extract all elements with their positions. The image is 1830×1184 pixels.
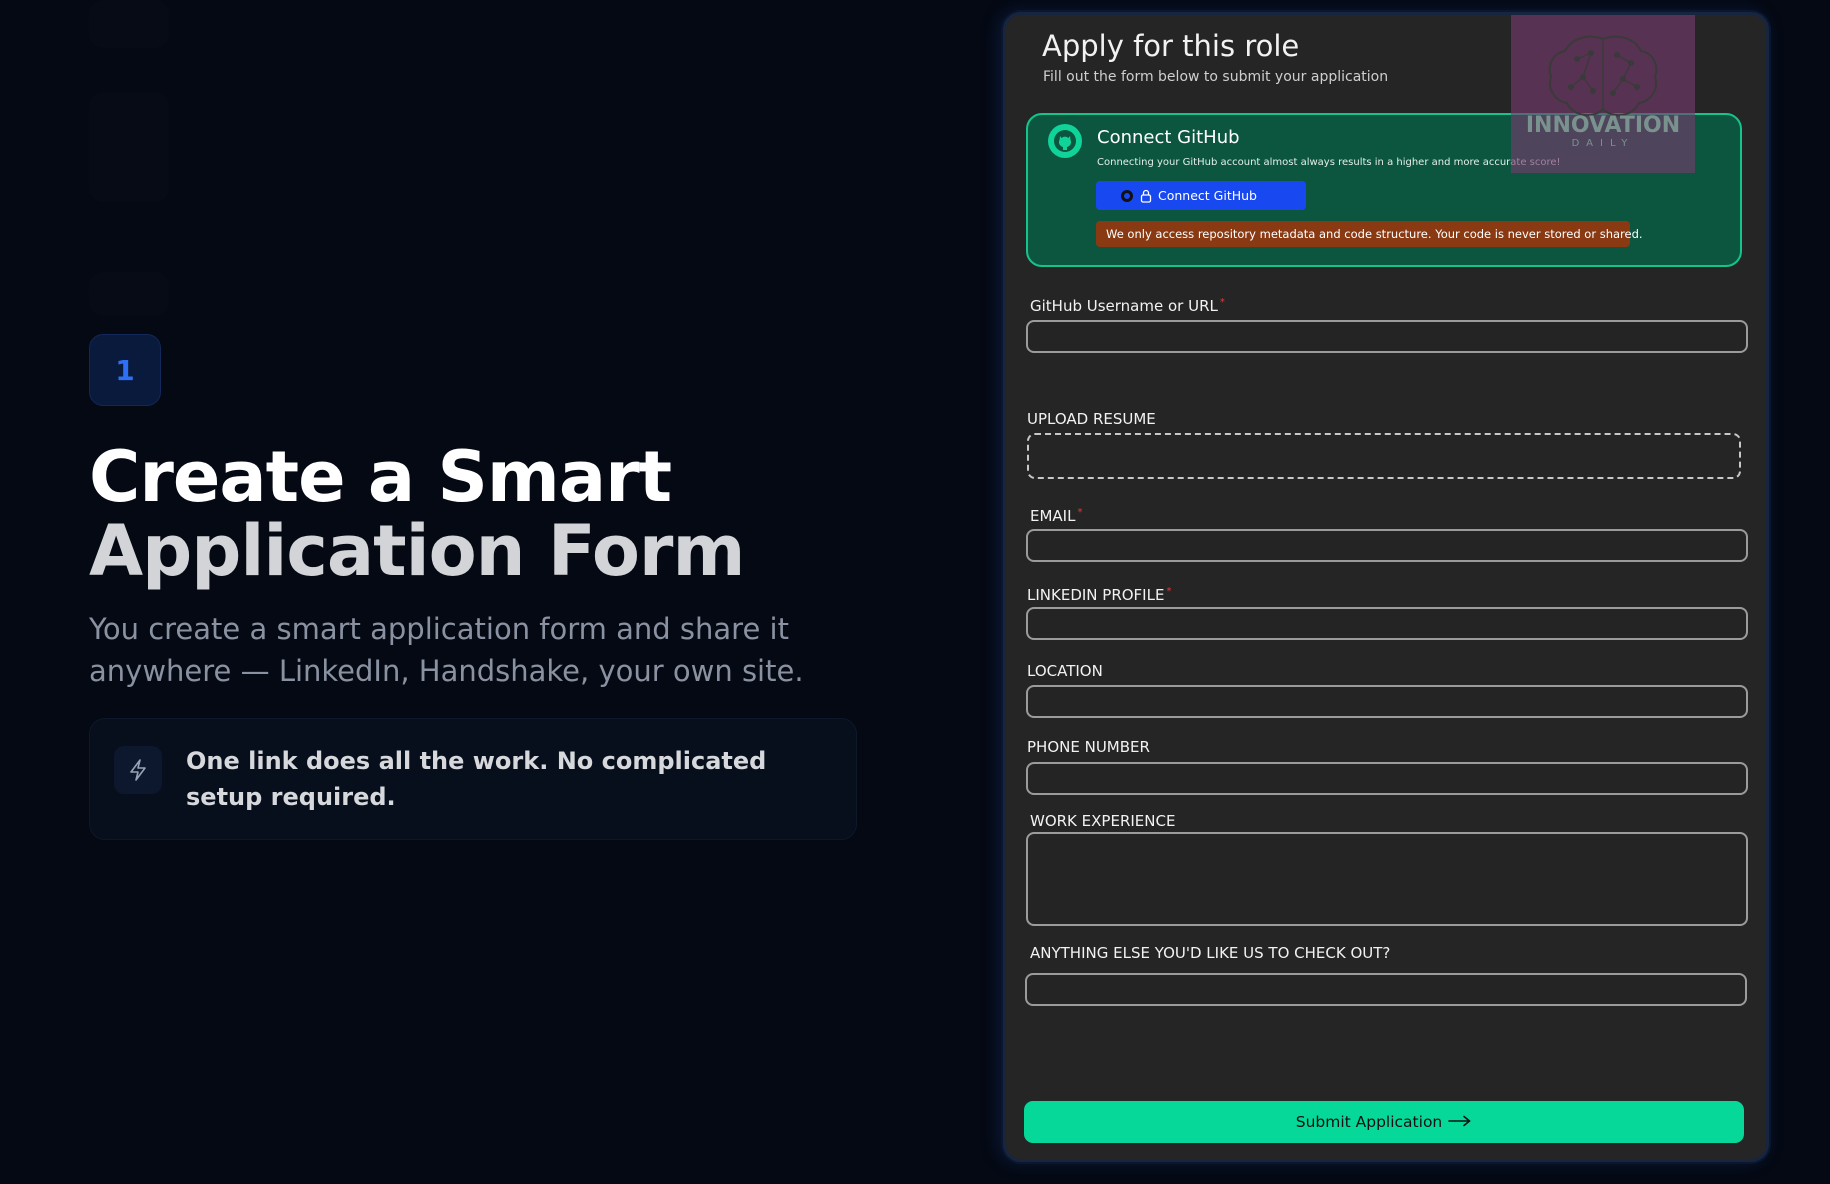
lightning-icon — [114, 746, 162, 794]
background-card — [89, 272, 169, 316]
lock-icon — [1140, 189, 1152, 203]
linkedin-label-text: LINKEDIN PROFILE — [1027, 586, 1165, 604]
brain-icon — [1548, 35, 1658, 117]
callout-card: One link does all the work. No complicat… — [89, 718, 857, 840]
anything-else-input[interactable] — [1025, 973, 1747, 1006]
step-number-badge: 1 — [89, 334, 161, 406]
required-marker: * — [1166, 586, 1172, 597]
background-card — [89, 92, 169, 202]
location-label: LOCATION — [1027, 662, 1103, 680]
hero-title: Create a Smart Application Form — [89, 440, 869, 588]
email-label: EMAIL * — [1030, 507, 1082, 525]
github-username-label: GitHub Username or URL * — [1030, 297, 1225, 315]
anything-else-label: ANYTHING ELSE YOU'D LIKE US TO CHECK OUT… — [1030, 944, 1391, 962]
arrow-right-icon — [1448, 1113, 1472, 1131]
privacy-note: We only access repository metadata and c… — [1096, 221, 1643, 247]
hero-title-line-2: Application Form — [89, 510, 745, 592]
linkedin-input[interactable] — [1026, 607, 1748, 640]
hero-description: You create a smart application form and … — [89, 612, 804, 688]
github-icon — [1120, 189, 1134, 203]
required-marker: * — [1077, 507, 1083, 518]
connect-github-button[interactable]: Connect GitHub — [1096, 181, 1306, 210]
background-card — [89, 0, 169, 48]
connect-github-description: Connecting your GitHub account almost al… — [1097, 157, 1561, 168]
submit-application-button[interactable]: Submit Application — [1024, 1101, 1744, 1143]
work-experience-textarea[interactable] — [1026, 832, 1748, 926]
github-username-input[interactable] — [1026, 320, 1748, 353]
application-form-panel: Apply for this role Fill out the form be… — [1003, 12, 1769, 1162]
work-experience-label: WORK EXPERIENCE — [1030, 812, 1176, 830]
watermark-word: INNOVATION — [1525, 113, 1681, 138]
upload-resume-label: UPLOAD RESUME — [1027, 410, 1156, 428]
location-input[interactable] — [1026, 685, 1748, 718]
connect-github-title: Connect GitHub — [1097, 127, 1240, 148]
github-icon — [1048, 124, 1082, 158]
submit-application-label: Submit Application — [1295, 1113, 1443, 1131]
email-input[interactable] — [1026, 529, 1748, 562]
github-username-label-text: GitHub Username or URL — [1030, 297, 1218, 315]
hero-title-line-1: Create a Smart — [89, 436, 672, 518]
connect-github-button-label: Connect GitHub — [1158, 188, 1257, 203]
phone-label: PHONE NUMBER — [1027, 738, 1150, 756]
callout-text: One link does all the work. No complicat… — [186, 747, 767, 811]
form-subtitle: Fill out the form below to submit your a… — [1043, 69, 1389, 85]
phone-input[interactable] — [1026, 762, 1748, 795]
linkedin-label: LINKEDIN PROFILE * — [1027, 586, 1171, 604]
required-marker: * — [1219, 297, 1225, 308]
email-label-text: EMAIL — [1030, 507, 1076, 525]
innovation-daily-watermark: INNOVATION DAILY — [1511, 15, 1695, 173]
form-title: Apply for this role — [1042, 29, 1300, 63]
watermark-tagline: DAILY — [1571, 138, 1635, 149]
resume-upload-dropzone[interactable] — [1027, 433, 1741, 479]
